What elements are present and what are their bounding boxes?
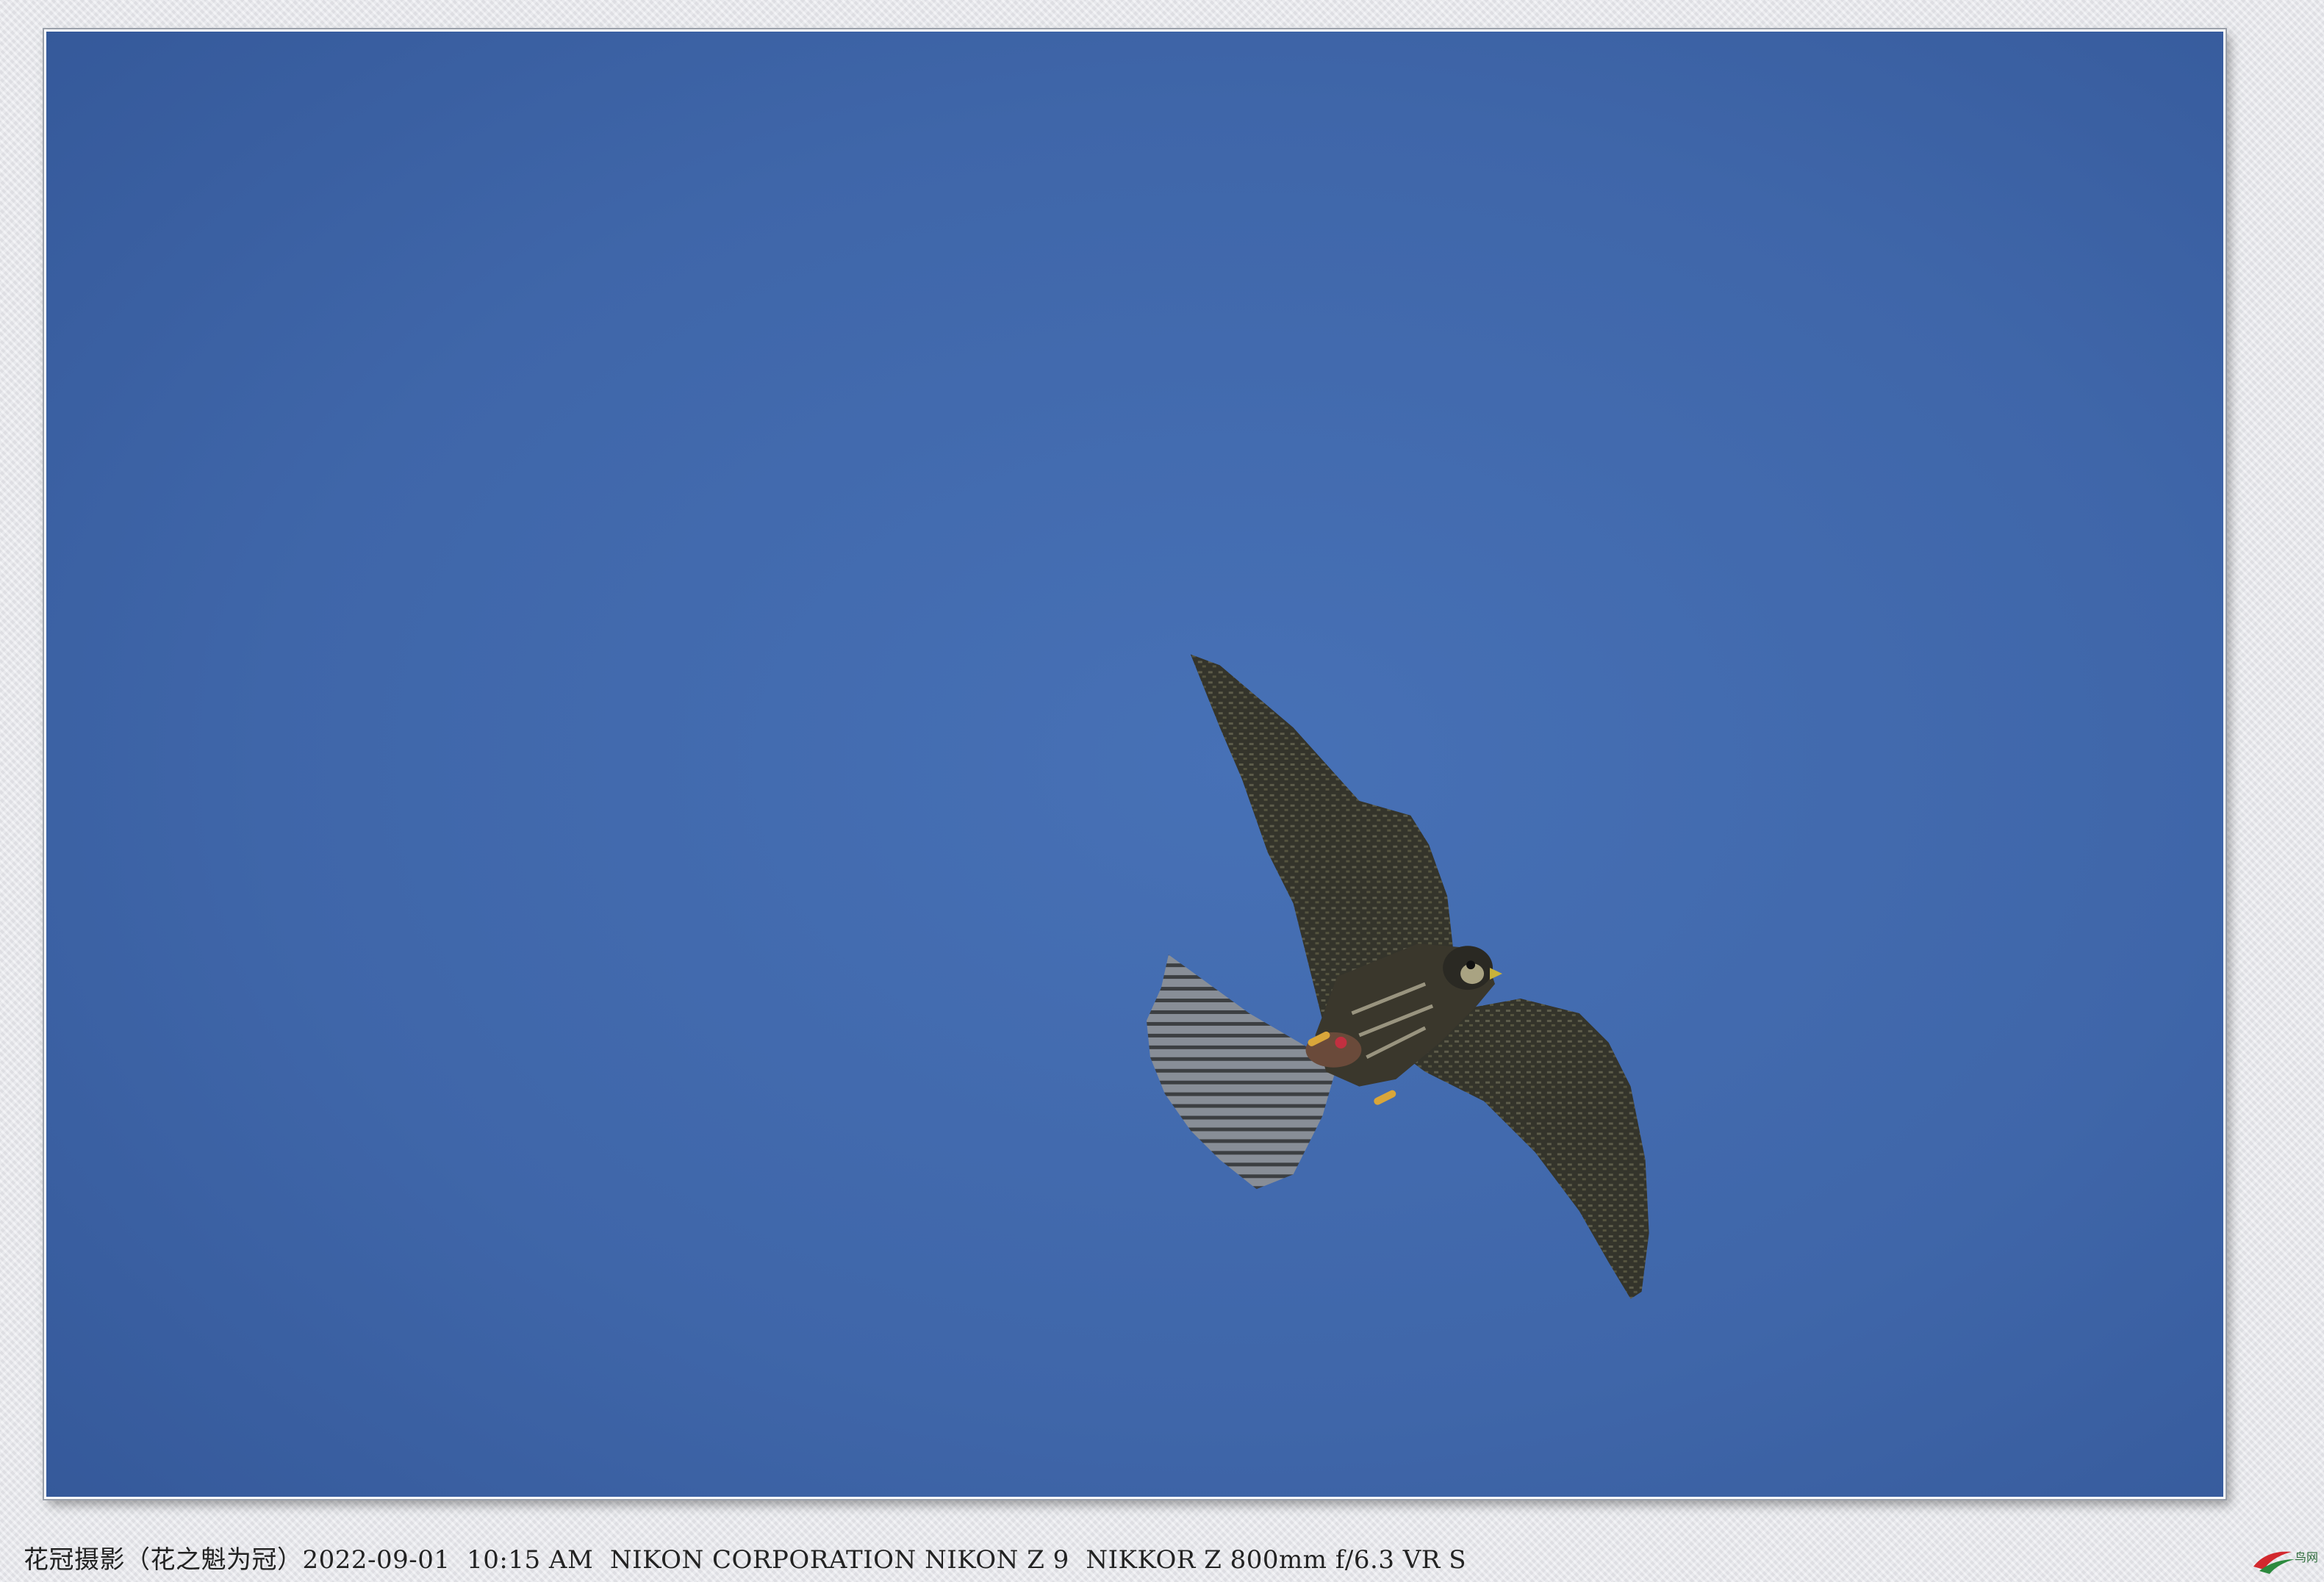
falcon-eye	[1466, 960, 1476, 970]
sky-photo	[46, 32, 2223, 1497]
sky-background	[46, 32, 2223, 1497]
photo-frame	[44, 29, 2226, 1499]
logo-text: 鸟网	[2295, 1550, 2319, 1564]
photo-caption: 花冠摄影（花之魁为冠）2022-09-01 10:15 AM NIKON COR…	[24, 1545, 1467, 1575]
